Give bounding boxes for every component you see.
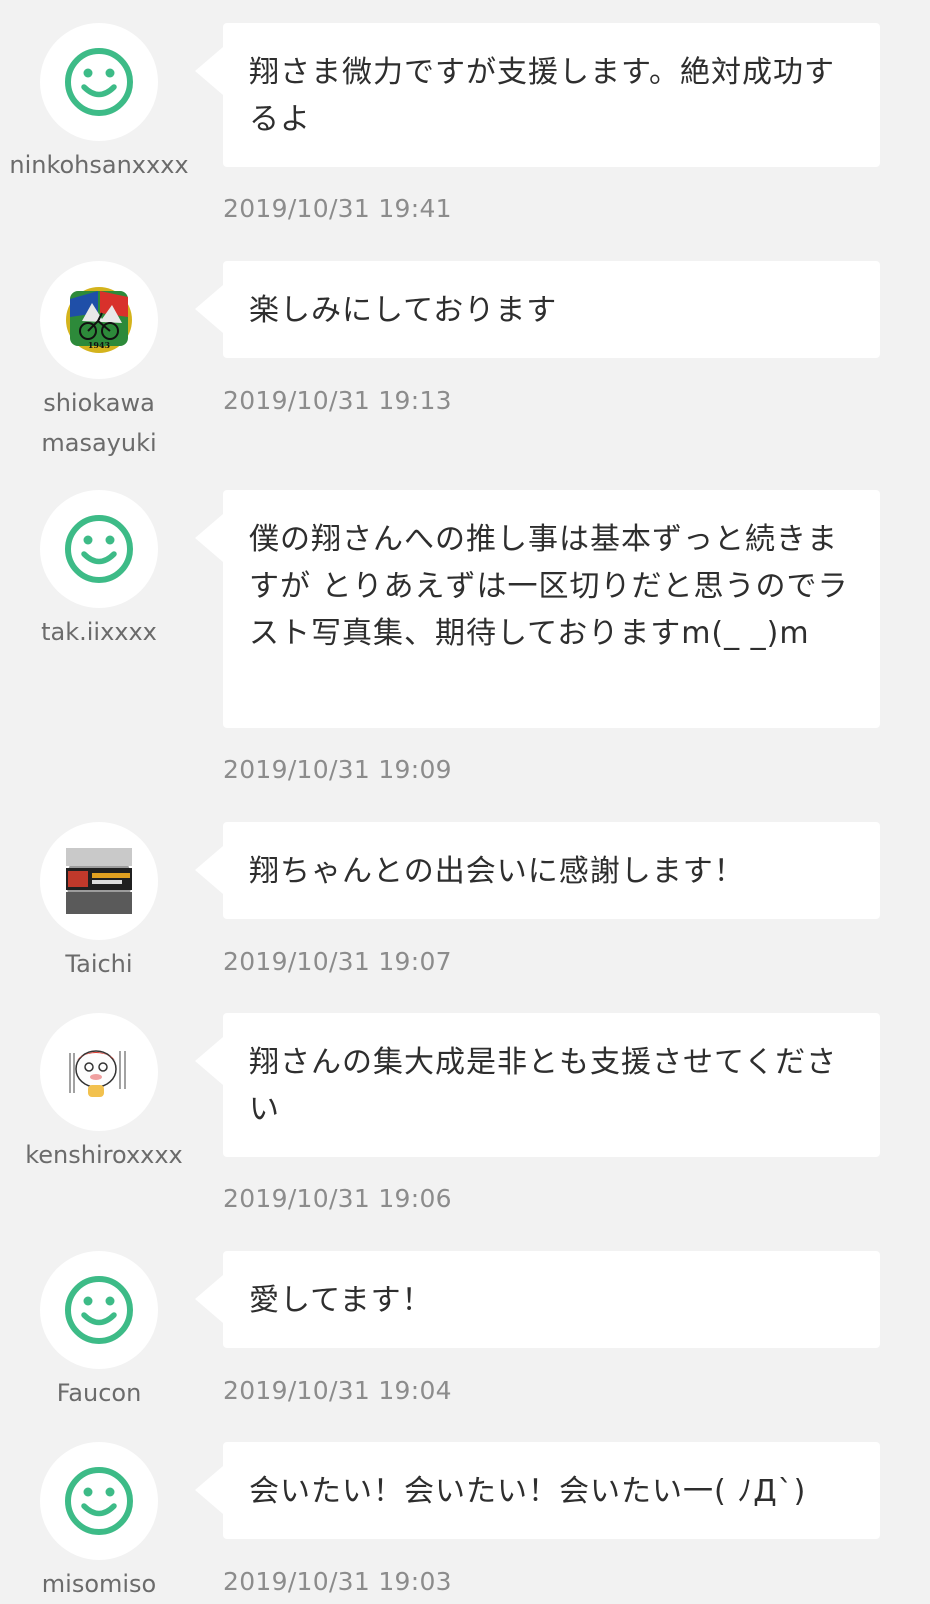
comment-text: 翔ちゃんとの出会いに感謝します！ [249, 854, 745, 889]
comment-timestamp: 2019/10/31 19:06 [223, 1184, 452, 1213]
comment-bubble: 楽しみにしております [195, 261, 880, 358]
user-avatar[interactable]: 1943 [40, 261, 158, 379]
comment-bubble: 翔ちゃんとの出会いに感謝します！ [195, 822, 880, 919]
comment-text: 愛してます！ [249, 1283, 433, 1318]
comment-feed: ninkohsanxxxx 翔さま微力ですが支援します。絶対成功するよ 2019… [0, 0, 930, 1600]
smiley-icon [65, 48, 133, 116]
comment-bubble: 翔さんの集大成是非とも支援させてください [195, 1013, 880, 1157]
bicycle-emblem-avatar: 1943 [66, 287, 132, 353]
train-sign-avatar [66, 848, 132, 914]
user-avatar[interactable] [40, 822, 158, 940]
username[interactable]: Taichi [0, 944, 198, 984]
comment-text: 翔さま微力ですが支援します。絶対成功するよ [249, 55, 835, 137]
username[interactable]: misomiso [0, 1564, 198, 1604]
comment-text: 僕の翔さんへの推し事は基本ずっと続きますが とりあえずは一区切りだと思うのでラス… [249, 522, 849, 651]
comment-text: 楽しみにしております [249, 293, 558, 328]
comment-timestamp: 2019/10/31 19:04 [223, 1376, 452, 1405]
comment-timestamp: 2019/10/31 19:13 [223, 386, 452, 415]
smiley-icon [65, 515, 133, 583]
username[interactable]: shiokawa masayuki [39, 383, 159, 463]
user-avatar[interactable] [40, 490, 158, 608]
comment-text: 会いたい！会いたい！会いたい一( ﾉД`) [249, 1474, 807, 1509]
username[interactable]: Faucon [0, 1373, 198, 1413]
comment-timestamp: 2019/10/31 19:41 [223, 194, 452, 223]
comment-timestamp: 2019/10/31 19:07 [223, 947, 452, 976]
username[interactable]: ninkohsanxxxx [0, 145, 198, 185]
comment-bubble: 僕の翔さんへの推し事は基本ずっと続きますが とりあえずは一区切りだと思うのでラス… [195, 490, 880, 728]
user-avatar[interactable] [40, 1251, 158, 1369]
user-avatar[interactable] [40, 1442, 158, 1560]
comment-bubble: 愛してます！ [195, 1251, 880, 1348]
comment-bubble: 会いたい！会いたい！会いたい一( ﾉД`) [195, 1442, 880, 1539]
comment-timestamp: 2019/10/31 19:03 [223, 1567, 452, 1596]
cartoon-character-avatar [66, 1039, 132, 1105]
username[interactable]: tak.iixxxx [0, 612, 198, 652]
user-avatar[interactable] [40, 23, 158, 141]
avatar-caption: 1943 [88, 340, 111, 350]
smiley-icon [65, 1276, 133, 1344]
smiley-icon [65, 1467, 133, 1535]
comment-text: 翔さんの集大成是非とも支援させてください [249, 1045, 838, 1127]
comment-bubble: 翔さま微力ですが支援します。絶対成功するよ [195, 23, 880, 167]
username[interactable]: kenshiroxxxx [4, 1135, 204, 1175]
comment-timestamp: 2019/10/31 19:09 [223, 755, 452, 784]
user-avatar[interactable] [40, 1013, 158, 1131]
